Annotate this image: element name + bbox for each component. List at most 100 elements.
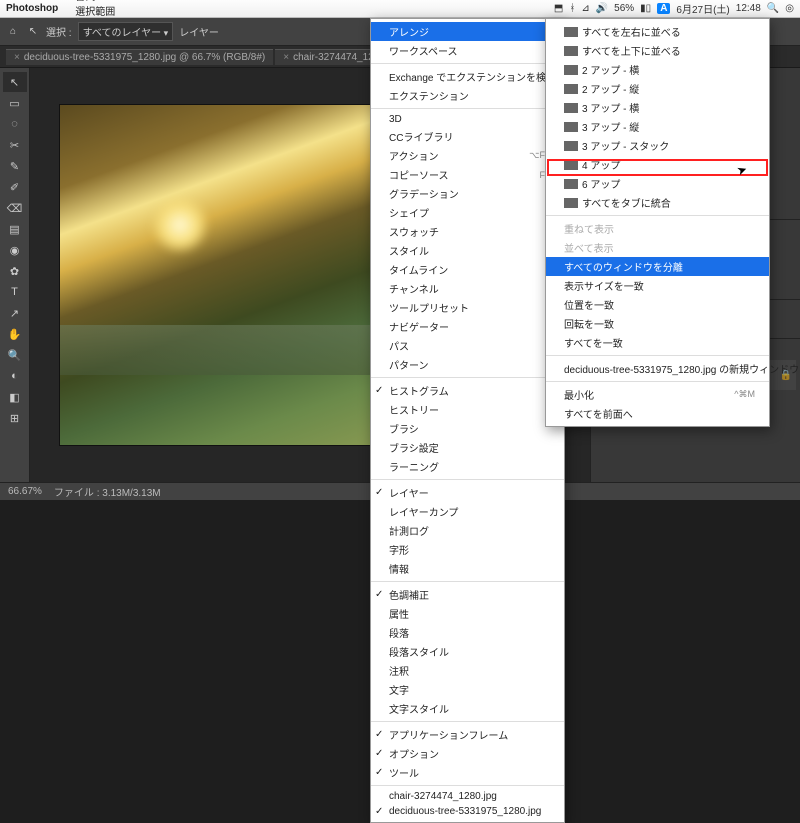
menu-item[interactable]: 文字 [371,680,564,699]
menu-item[interactable]: deciduous-tree-5331975_1280.jpg [371,804,564,819]
tool-button[interactable]: ✂ [3,135,27,155]
menu-item[interactable]: アレンジ [371,22,564,41]
tool-button[interactable]: 🔍 [3,345,27,365]
window-menu-dropdown: アレンジワークスペース Exchange でエクステンションを検索...エクステン… [370,18,565,823]
menu-item[interactable]: スウォッチ [371,222,564,241]
menu-item[interactable]: ヒストリー [371,400,564,419]
menu-item[interactable]: 最小化^⌘M [546,385,769,404]
menu-item[interactable]: 情報 [371,559,564,578]
document-tab[interactable]: ×deciduous-tree-5331975_1280.jpg @ 66.7%… [6,49,273,65]
layout-icon [564,122,578,132]
menu-item[interactable]: 2 アップ - 横 [546,60,769,79]
menu-item[interactable]: ブラシ [371,419,564,438]
menu-item[interactable]: 2 アップ - 縦 [546,79,769,98]
zoom-level[interactable]: 66.67% [8,486,42,497]
menu-item[interactable]: ヒストグラム [371,381,564,400]
menu-item[interactable]: シェイプ [371,203,564,222]
menu-item[interactable]: アクション⌥F9 [371,146,564,165]
menu-item[interactable]: ツールプリセット [371,298,564,317]
bluetooth-icon[interactable]: ᚼ [569,3,575,14]
battery-icon[interactable]: ▮▯ [640,3,651,14]
tool-button[interactable]: ✋ [3,324,27,344]
menu-item[interactable]: 字形 [371,540,564,559]
menu-item[interactable]: エクステンション [371,86,564,105]
menu-item[interactable]: deciduous-tree-5331975_1280.jpg の新規ウィンドウ [546,359,769,378]
layout-icon [564,179,578,189]
siri-icon[interactable]: ◎ [785,3,794,14]
tool-button[interactable]: ⌫ [3,198,27,218]
menu-item[interactable]: すべてを左右に並べる [546,22,769,41]
menu-item[interactable]: パス [371,336,564,355]
tool-button[interactable]: ▤ [3,219,27,239]
menu-item[interactable]: レイヤーカンプ [371,502,564,521]
menu-item[interactable]: 表示サイズを一致 [546,276,769,295]
close-tab-icon[interactable]: × [14,52,20,63]
menu-item[interactable]: 注釈 [371,661,564,680]
menu-item[interactable]: 6 アップ [546,174,769,193]
menu-item[interactable]: 計測ログ [371,521,564,540]
tool-button[interactable]: T [3,282,27,302]
document-image[interactable] [60,105,400,445]
menu-item[interactable]: すべてを上下に並べる [546,41,769,60]
menu-item[interactable]: レイヤー [371,483,564,502]
menu-item[interactable]: すべてを前面へ [546,404,769,423]
menu-item[interactable]: CCライブラリ [371,127,564,146]
menu-item[interactable]: 3 アップ - 横 [546,98,769,117]
menu-item[interactable]: ツール [371,763,564,782]
tool-button[interactable]: ↖ [3,72,27,92]
home-icon[interactable]: ⌂ [6,25,20,39]
menu-item[interactable]: パターン [371,355,564,374]
menu-item[interactable]: 段落 [371,623,564,642]
select-target-dropdown[interactable]: すべてのレイヤー ▾ [78,22,174,41]
menu-item[interactable]: ナビゲーター [371,317,564,336]
dropbox-icon[interactable]: ⬒ [554,3,563,14]
ime-indicator[interactable]: A [657,3,670,14]
menu-item[interactable]: チャンネル [371,279,564,298]
menu-item[interactable]: 色調補正 [371,585,564,604]
layout-icon [564,46,578,56]
menu-item[interactable]: 属性 [371,604,564,623]
menu-item[interactable]: 3D [371,112,564,127]
tool-button[interactable]: ◐ [3,366,27,386]
menu-item[interactable]: 文字スタイル [371,699,564,718]
menu-item[interactable]: Exchange でエクステンションを検索... [371,67,564,86]
spotlight-icon[interactable]: 🔍 [767,3,779,14]
tool-button[interactable]: ✎ [3,156,27,176]
move-tool-icon[interactable]: ↖ [26,25,40,39]
volume-icon[interactable]: 🔊 [596,3,608,14]
menu-item[interactable]: すべてをタブに統合 [546,193,769,212]
close-tab-icon[interactable]: × [283,52,289,63]
menu-separator [371,63,564,64]
menu-item[interactable]: 段落スタイル [371,642,564,661]
menu-item[interactable]: グラデーション [371,184,564,203]
menu-item: 並べて表示 [546,238,769,257]
menu-item[interactable]: スタイル [371,241,564,260]
tool-button[interactable]: ◧ [3,387,27,407]
menu-item[interactable]: 回転を一致 [546,314,769,333]
tool-button[interactable]: ✿ [3,261,27,281]
tool-button[interactable]: ✐ [3,177,27,197]
tool-button[interactable]: ⊞ [3,408,27,428]
menu-item[interactable]: アプリケーションフレーム [371,725,564,744]
menu-item[interactable]: タイムライン [371,260,564,279]
tool-button[interactable]: ▭ [3,93,27,113]
menu-選択範囲[interactable]: 選択範囲 [68,3,132,18]
menubar-right: ⬒ ᚼ ⊿ 🔊 56% ▮▯ A 6月27日(土) 12:48 🔍 ◎ [554,1,794,16]
tool-button[interactable]: ◉ [3,240,27,260]
menu-item[interactable]: ワークスペース [371,41,564,60]
menu-item[interactable]: chair-3274474_1280.jpg [371,789,564,804]
menu-item[interactable]: 3 アップ - スタック [546,136,769,155]
menu-item[interactable]: オプション [371,744,564,763]
menu-item[interactable]: ラーニング [371,457,564,476]
menu-item[interactable]: コピーソースF8 [371,165,564,184]
menu-item[interactable]: ブラシ設定 [371,438,564,457]
wifi-icon[interactable]: ⊿ [581,3,589,14]
menu-item[interactable]: すべてを一致 [546,333,769,352]
app-name[interactable]: Photoshop [6,3,58,14]
menu-separator [546,215,769,216]
menu-item[interactable]: すべてのウィンドウを分離 [546,257,769,276]
tool-button[interactable]: ◌ [3,114,27,134]
menu-item[interactable]: 位置を一致 [546,295,769,314]
tool-button[interactable]: ↗ [3,303,27,323]
menu-item[interactable]: 3 アップ - 縦 [546,117,769,136]
